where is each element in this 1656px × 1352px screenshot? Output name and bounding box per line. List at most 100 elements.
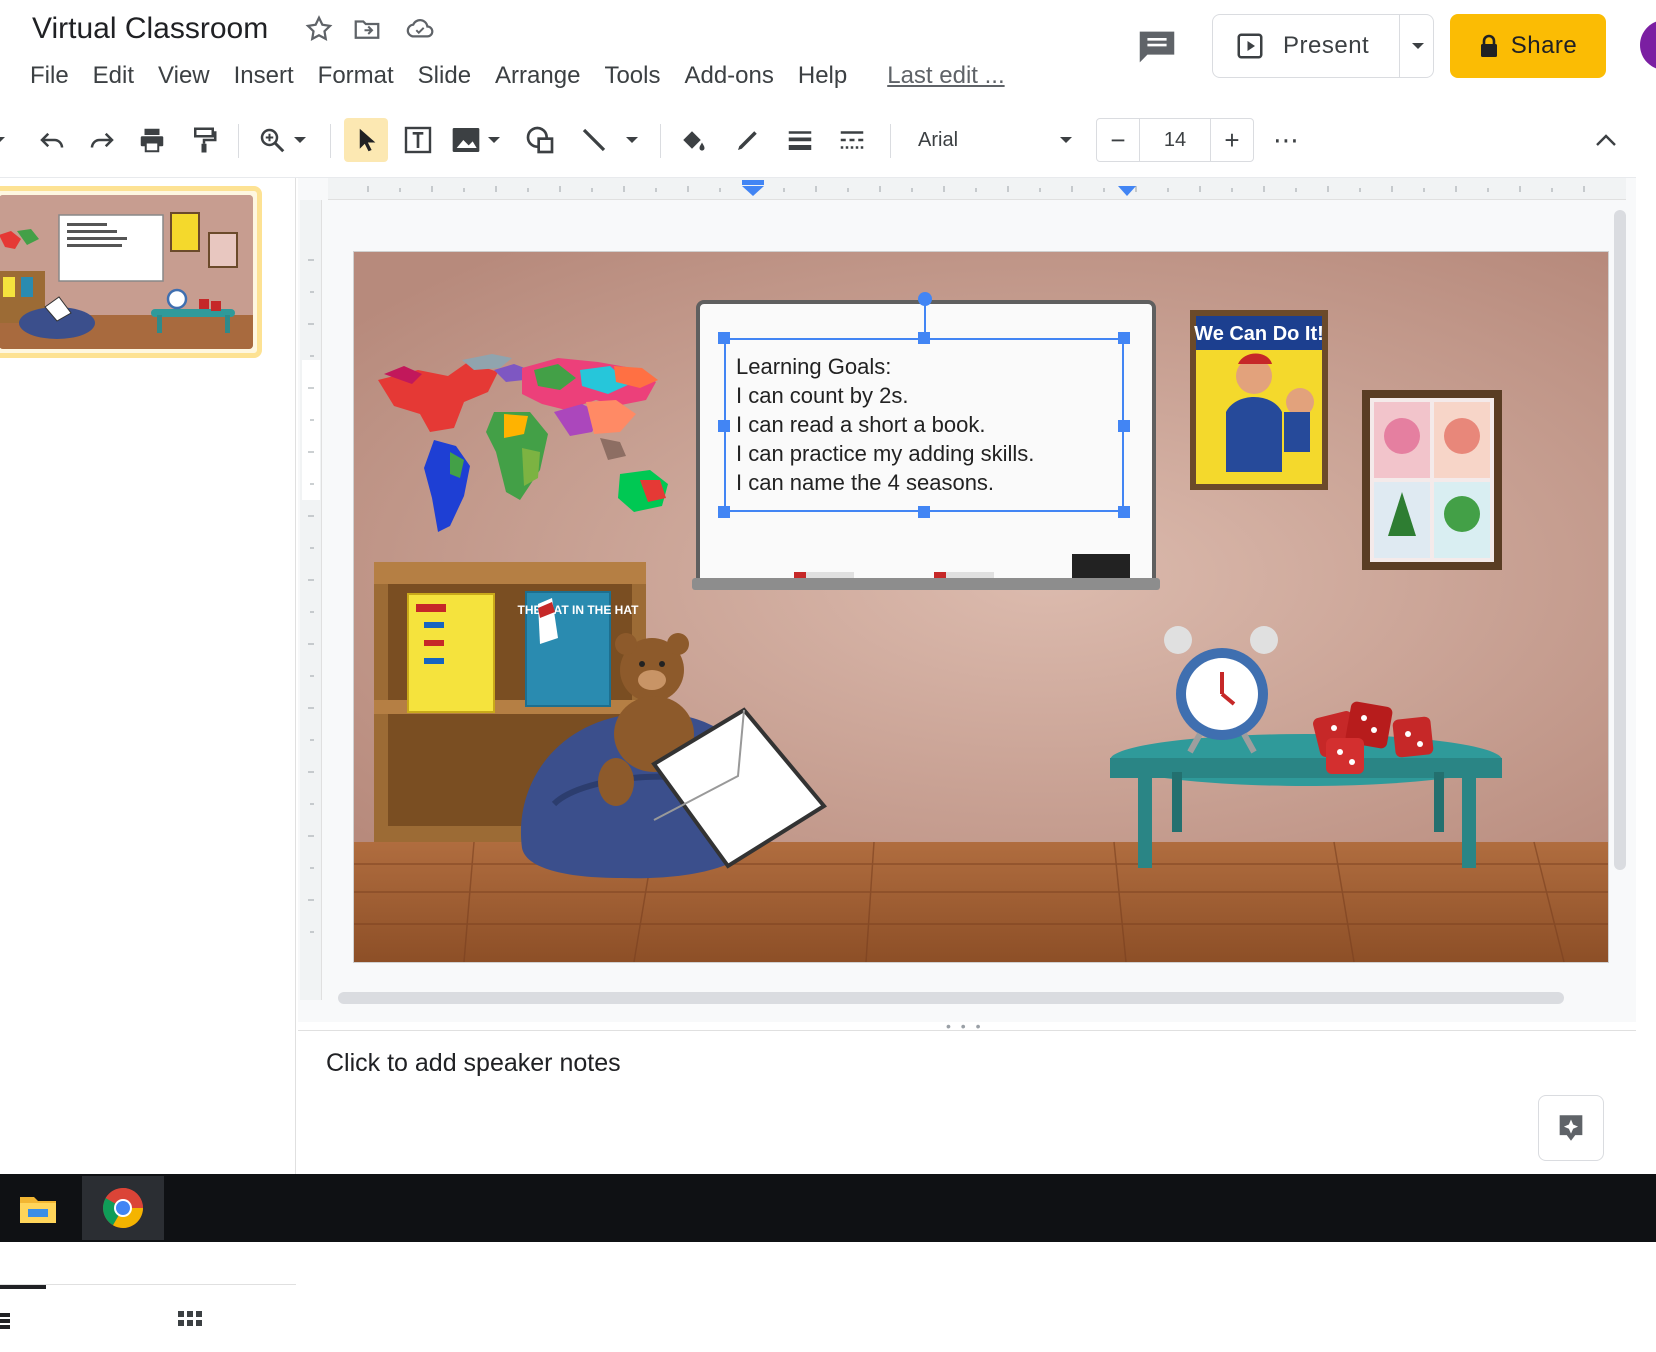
present-label: Present — [1283, 32, 1370, 59]
collapse-toolbar-icon[interactable] — [1584, 118, 1628, 162]
horizontal-ruler — [328, 178, 1626, 200]
line-icon[interactable] — [572, 118, 616, 162]
menu-bar: File Edit View Insert Format Slide Arran… — [30, 58, 1005, 94]
border-color-icon[interactable] — [726, 118, 770, 162]
present-group: Present — [1212, 14, 1434, 78]
toolbar: Arial − 14 + ⋯ — [0, 104, 1636, 178]
redo-icon[interactable] — [80, 118, 124, 162]
document-title[interactable]: Virtual Classroom — [32, 12, 268, 46]
book-cover-text: THE CAT IN THE HAT — [518, 603, 640, 617]
toolbar-divider — [330, 124, 331, 158]
goal-line: I can count by 2s. — [736, 383, 909, 408]
image-dropdown-icon[interactable] — [484, 118, 504, 162]
menu-add-ons[interactable]: Add-ons — [672, 58, 785, 94]
active-view-indicator — [0, 1285, 46, 1289]
explore-icon — [1559, 1115, 1583, 1141]
toolbar-divider — [890, 124, 891, 158]
view-toggle-bar — [0, 1284, 296, 1352]
decrease-font-size-button[interactable]: − — [1096, 118, 1140, 162]
star-icon[interactable] — [304, 14, 334, 44]
menu-tools[interactable]: Tools — [592, 58, 672, 94]
vertical-scrollbar[interactable] — [1614, 210, 1626, 870]
resize-handle[interactable] — [718, 420, 730, 432]
more-options-button[interactable]: ⋯ — [1264, 118, 1308, 162]
resize-handle[interactable] — [918, 506, 930, 518]
thumbnail-scene-icon — [0, 195, 253, 349]
move-to-folder-icon[interactable] — [352, 14, 382, 44]
chrome-icon[interactable] — [82, 1176, 164, 1240]
file-explorer-icon[interactable] — [10, 1180, 66, 1236]
increase-font-size-button[interactable]: + — [1210, 118, 1254, 162]
select-tool-icon[interactable] — [344, 118, 388, 162]
rotation-handle[interactable] — [918, 292, 932, 306]
explore-button[interactable] — [1538, 1095, 1604, 1161]
new-slide-dropdown-icon[interactable] — [0, 118, 14, 162]
comment-icon — [1139, 31, 1175, 63]
cloud-saved-icon[interactable] — [404, 14, 434, 44]
lock-icon — [1480, 34, 1497, 57]
speaker-notes[interactable]: Click to add speaker notes — [298, 1030, 1636, 1174]
goal-line: I can name the 4 seasons. — [736, 470, 995, 495]
resize-handle[interactable] — [718, 332, 730, 344]
slide-thumbnail-selected[interactable] — [0, 186, 262, 358]
paint-format-icon[interactable] — [182, 118, 226, 162]
menu-slide[interactable]: Slide — [406, 58, 483, 94]
resize-handle[interactable] — [718, 506, 730, 518]
present-button[interactable]: Present — [1213, 15, 1399, 77]
chevron-down-icon — [1060, 137, 1072, 143]
font-name: Arial — [918, 128, 959, 151]
present-options-button[interactable] — [1399, 15, 1435, 77]
we-can-do-it-poster: We Can Do It! — [1190, 310, 1328, 490]
border-dash-icon[interactable] — [830, 118, 874, 162]
header: Virtual Classroom File Edit View Insert … — [0, 0, 1656, 104]
present-icon — [1237, 33, 1263, 59]
learning-goals-heading: Learning Goals: — [736, 354, 892, 379]
menu-help[interactable]: Help — [786, 58, 859, 94]
image-icon[interactable] — [444, 118, 488, 162]
font-size-input[interactable]: 14 — [1140, 118, 1210, 162]
filmstrip-view-icon[interactable] — [0, 1313, 14, 1329]
slide-thumbnail[interactable] — [0, 195, 253, 349]
text-box-icon[interactable] — [396, 118, 440, 162]
line-dropdown-icon[interactable] — [622, 118, 642, 162]
slide-editor: We Can Do It! THE CAT IN THE HAT Learnin… — [298, 178, 1636, 1022]
vertical-ruler — [300, 200, 322, 1000]
share-button[interactable]: Share — [1450, 14, 1606, 78]
goal-line: I can practice my adding skills. — [736, 441, 1035, 466]
menu-file[interactable]: File — [30, 58, 81, 94]
undo-icon[interactable] — [30, 118, 74, 162]
speaker-notes-placeholder[interactable]: Click to add speaker notes — [326, 1049, 621, 1078]
shape-icon[interactable] — [518, 118, 562, 162]
goal-line: I can read a short a book. — [736, 412, 986, 437]
grid-view-icon[interactable] — [178, 1311, 204, 1333]
os-taskbar — [0, 1174, 1656, 1242]
menu-insert[interactable]: Insert — [222, 58, 306, 94]
four-seasons-picture — [1362, 390, 1502, 570]
resize-handle[interactable] — [1118, 506, 1130, 518]
border-weight-icon[interactable] — [778, 118, 822, 162]
menu-view[interactable]: View — [146, 58, 222, 94]
resize-handle[interactable] — [1118, 332, 1130, 344]
toolbar-divider — [660, 124, 661, 158]
print-icon[interactable] — [130, 118, 174, 162]
zoom-dropdown-icon[interactable] — [290, 118, 310, 162]
last-edit-link[interactable]: Last edit ... — [859, 58, 1004, 94]
avatar[interactable] — [1640, 20, 1656, 70]
slide-canvas[interactable]: We Can Do It! THE CAT IN THE HAT Learnin… — [354, 252, 1608, 962]
toolbar-divider — [238, 124, 239, 158]
fill-color-icon[interactable] — [670, 118, 714, 162]
menu-edit[interactable]: Edit — [81, 58, 146, 94]
comments-button[interactable] — [1134, 24, 1180, 70]
resize-handle[interactable] — [918, 332, 930, 344]
menu-arrange[interactable]: Arrange — [483, 58, 592, 94]
poster-text: We Can Do It! — [1194, 323, 1324, 345]
slide-filmstrip — [0, 178, 296, 1329]
share-label: Share — [1510, 32, 1578, 59]
selected-text-box[interactable]: Learning Goals: I can count by 2s. I can… — [724, 338, 1124, 512]
horizontal-scrollbar[interactable] — [338, 992, 1564, 1004]
menu-format[interactable]: Format — [306, 58, 406, 94]
resize-handle[interactable] — [1118, 420, 1130, 432]
zoom-icon[interactable] — [250, 118, 294, 162]
font-select[interactable]: Arial — [906, 118, 1080, 162]
chevron-down-icon — [1411, 43, 1424, 49]
